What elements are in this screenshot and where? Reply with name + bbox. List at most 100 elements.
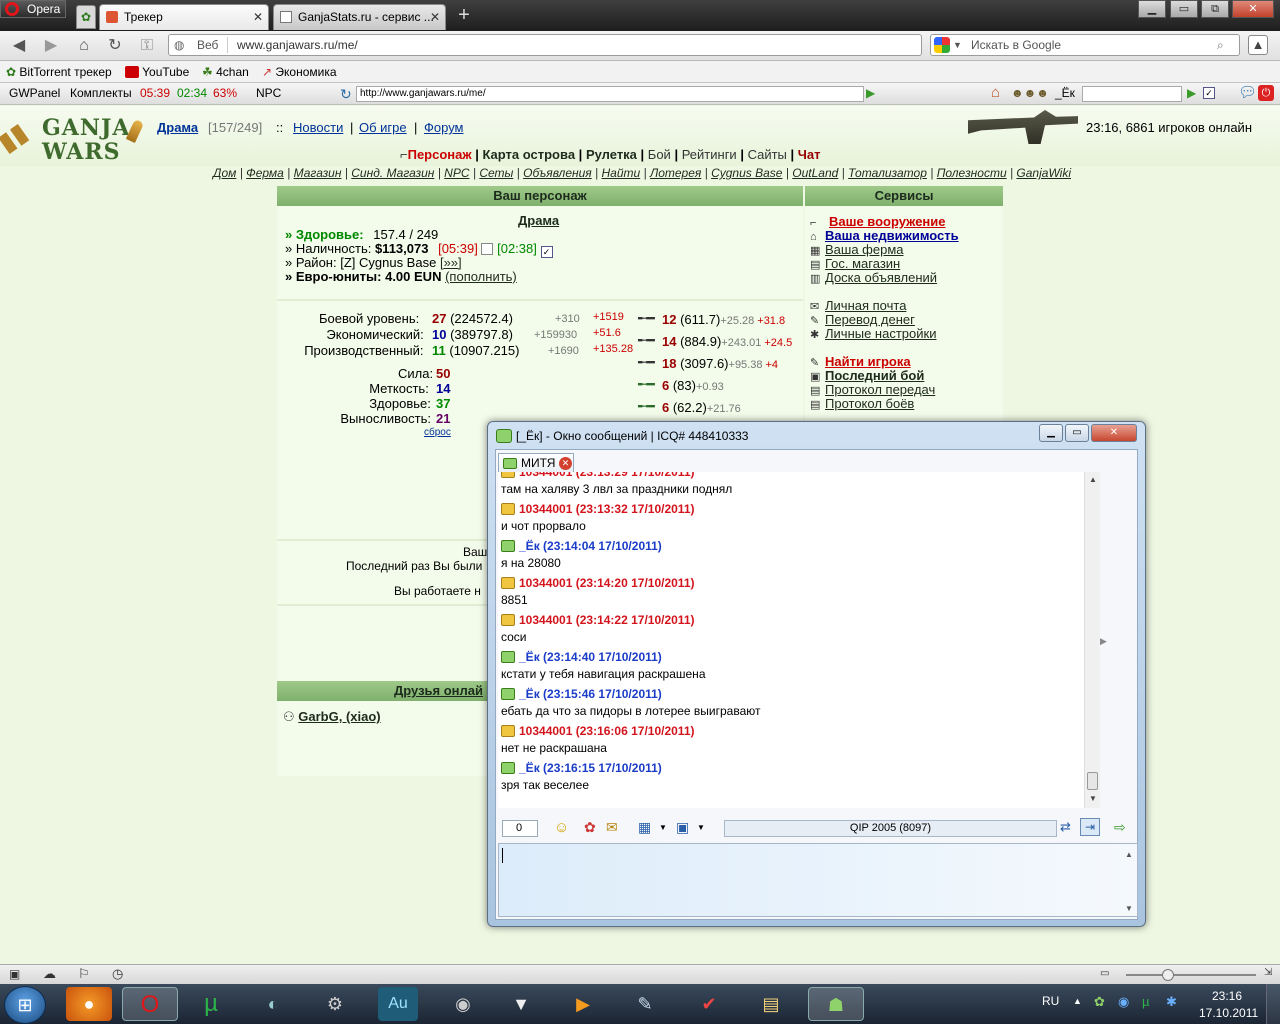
service-label[interactable]: Перевод денег	[825, 312, 915, 327]
submenu-wiki[interactable]: GanjaWiki	[1016, 166, 1071, 180]
submenu-home[interactable]: Дом	[213, 166, 236, 180]
service-label[interactable]: Доска объявлений	[825, 270, 937, 285]
qip-close-button[interactable]: ✕	[1091, 424, 1137, 442]
service-label[interactable]: Протокол передач	[825, 382, 935, 397]
tray-bluetooth-icon[interactable]: ✱	[1166, 994, 1177, 1010]
service-label[interactable]: Ваша ферма	[825, 242, 904, 257]
characters-icon[interactable]: ☻☻☻	[1011, 83, 1049, 103]
scroll-down-icon[interactable]: ▼	[1125, 904, 1133, 913]
qip-minimize-button[interactable]: ▁	[1039, 424, 1063, 442]
service-label[interactable]: Гос. магазин	[825, 256, 900, 271]
clock-date[interactable]: 17.10.2011	[1199, 1006, 1258, 1020]
scroll-up-icon[interactable]: ▲	[1125, 850, 1133, 859]
checkbox[interactable]	[481, 243, 494, 255]
flowers-icon[interactable]: ✿	[584, 819, 596, 836]
submenu-shop[interactable]: Магазин	[294, 166, 342, 180]
panel-toggle-icon[interactable]: ▣	[9, 967, 20, 981]
service-link[interactable]: ✱ Личные настройки	[810, 326, 936, 341]
qip-tab-mitya[interactable]: МИТЯ ✕	[498, 453, 574, 473]
close-button[interactable]: ✕	[1232, 0, 1274, 18]
show-desktop-button[interactable]	[1266, 984, 1280, 1024]
checkbox[interactable]: ✓	[1203, 87, 1215, 99]
service-label[interactable]: Найти игрока	[825, 354, 911, 369]
close-tab-icon[interactable]: ✕	[430, 5, 440, 29]
menu-battle[interactable]: Бой	[648, 147, 671, 162]
home-icon[interactable]: ⌂	[73, 35, 95, 57]
menu-roulette[interactable]: Рулетка	[586, 147, 637, 162]
submenu-npc[interactable]: NPC	[444, 166, 469, 180]
explorer-icon[interactable]: ▤	[748, 987, 794, 1021]
send-icon[interactable]: ⇨	[1114, 819, 1126, 836]
gwpanel-url-field[interactable]: http://www.ganjawars.ru/me/	[356, 86, 864, 102]
maximize-button[interactable]: ⧉	[1201, 0, 1229, 18]
reload-icon[interactable]: ↻	[104, 35, 126, 57]
address-field[interactable]: ◍ Веб www.ganjawars.ru/me/	[168, 34, 922, 56]
close-tab-icon[interactable]: ✕	[559, 457, 572, 470]
submenu-useful[interactable]: Полезности	[937, 166, 1007, 180]
chevron-down-icon[interactable]: ▼	[697, 823, 705, 832]
search-icon[interactable]: ⌕	[1217, 35, 1224, 55]
minimize-button[interactable]: ▁	[1138, 0, 1166, 18]
cue-icon[interactable]: ◉	[440, 987, 486, 1021]
service-label[interactable]: Ваша недвижимость	[825, 228, 959, 243]
bookmark-bittorrent[interactable]: ✿ BitTorrent трекер	[6, 61, 112, 83]
character-name-link[interactable]: Драма	[518, 213, 559, 228]
submenu-sets[interactable]: Сеты	[479, 166, 513, 180]
npc-menu[interactable]: NPC	[256, 83, 281, 103]
qip-taskbar-icon[interactable]: ☗	[808, 987, 864, 1021]
submenu-lottery[interactable]: Лотерея	[650, 166, 701, 180]
start-button[interactable]: ⊞	[4, 986, 46, 1024]
tray-network-icon[interactable]: ◉	[1118, 994, 1129, 1010]
news-link[interactable]: Новости	[293, 120, 343, 135]
about-link[interactable]: Об игре	[359, 120, 407, 135]
forward-icon[interactable]: ▶	[40, 35, 62, 57]
checkmark-icon[interactable]: ✔	[686, 987, 732, 1021]
service-link[interactable]: ▤ Протокол боёв	[810, 396, 914, 411]
service-link[interactable]: ✎ Перевод денег	[810, 312, 915, 327]
scroll-up-icon[interactable]: ▲	[1089, 475, 1097, 484]
submenu-farm[interactable]: Ферма	[246, 166, 284, 180]
service-link[interactable]: ✉ Личная почта	[810, 298, 906, 313]
disk-icon[interactable]: ◐	[250, 987, 296, 1021]
clock-time[interactable]: 23:16	[1212, 989, 1242, 1003]
submenu-outland[interactable]: OutLand	[792, 166, 838, 180]
menu-chat[interactable]: Чат	[798, 147, 821, 162]
scroll-down-icon[interactable]: ▼	[1089, 794, 1097, 803]
scroll-thumb[interactable]	[1087, 772, 1098, 790]
gwpanel-label[interactable]: GWPanel	[9, 83, 60, 103]
chevron-down-icon[interactable]: ▼	[953, 35, 962, 55]
nick-link[interactable]: Драма	[157, 120, 198, 135]
firefox-icon[interactable]: ●	[66, 987, 112, 1021]
house-icon[interactable]: ⌂	[991, 83, 1000, 103]
service-link[interactable]: ✎ Найти игрока	[810, 354, 911, 369]
service-link[interactable]: ▦ Ваша ферма	[810, 242, 904, 257]
submenu-totalizator[interactable]: Тотализатор	[848, 166, 927, 180]
service-link[interactable]: ▣ Последний бой	[810, 368, 924, 383]
tab-panel-toggle[interactable]: ✿	[76, 5, 96, 29]
scroll-icon[interactable]: ⇲	[1264, 967, 1272, 978]
opera-menu-button[interactable]: Opera	[0, 0, 66, 18]
submenu-synd-shop[interactable]: Синд. Магазин	[351, 166, 434, 180]
enter-mode-icon[interactable]: ⇥	[1080, 818, 1100, 836]
view-icon[interactable]: ▭	[1100, 968, 1109, 979]
service-label[interactable]: Личные настройки	[825, 326, 936, 341]
qip-maximize-button[interactable]: ▭	[1065, 424, 1089, 442]
pen-icon[interactable]: ✎	[622, 987, 668, 1021]
menu-character[interactable]: Персонаж	[408, 147, 472, 162]
opera-unite-icon[interactable]: ▲	[1248, 35, 1268, 55]
fox-icon[interactable]: ▼	[498, 987, 544, 1021]
zoom-thumb[interactable]	[1162, 969, 1174, 981]
menu-sites[interactable]: Сайты	[748, 147, 787, 162]
chat-scrollbar[interactable]: ▲ ▼	[1084, 472, 1100, 808]
power-icon[interactable]: ⏻	[1258, 85, 1274, 101]
qip-tab-arrow-icon[interactable]: ▶	[1100, 636, 1107, 647]
submenu-ads[interactable]: Объявления	[523, 166, 592, 180]
media-player-icon[interactable]: ▶	[560, 987, 606, 1021]
reset-link[interactable]: сброс	[424, 427, 451, 438]
site-logo[interactable]: GANJA WARS	[42, 116, 129, 164]
turbo-icon[interactable]: ☁	[43, 966, 56, 982]
service-label[interactable]: Ваше вооружение	[829, 214, 946, 229]
back-icon[interactable]: ◀	[8, 35, 30, 57]
submenu-find[interactable]: Найти	[601, 166, 640, 180]
translit-icon[interactable]: ⇄	[1060, 819, 1071, 835]
